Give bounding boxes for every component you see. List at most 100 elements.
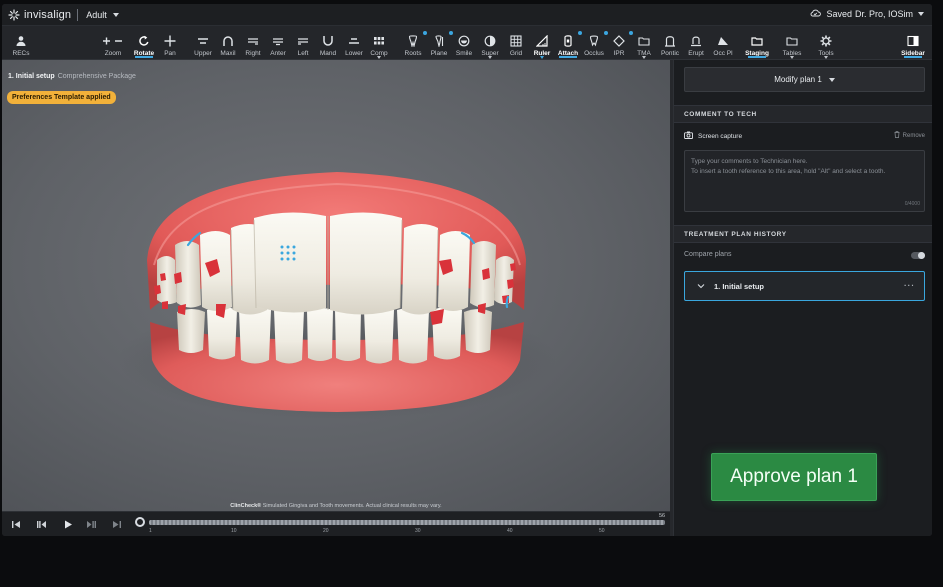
right-view-icon bbox=[246, 34, 260, 48]
tool-label: Upper bbox=[194, 50, 212, 57]
ipr-diamond-icon bbox=[612, 34, 626, 48]
tool-staging[interactable]: Staging bbox=[743, 26, 771, 60]
cloud-check-icon bbox=[810, 9, 822, 19]
tool-ruler[interactable]: Ruler bbox=[530, 26, 554, 60]
approve-plan-button[interactable]: Approve plan 1 bbox=[711, 453, 877, 501]
step-forward-icon[interactable] bbox=[87, 520, 97, 529]
upper-view-icon bbox=[196, 34, 210, 48]
timeline-tick: 1 bbox=[149, 528, 152, 534]
screen-capture-label: Screen capture bbox=[698, 132, 743, 140]
tool-label: Right bbox=[245, 50, 261, 57]
chevron-down-icon bbox=[540, 56, 544, 59]
remove-label: Remove bbox=[902, 132, 925, 139]
chevron-down-icon bbox=[377, 56, 381, 59]
tool-rotate[interactable]: Rotate bbox=[132, 26, 156, 60]
tool-anter[interactable]: Anter bbox=[266, 26, 290, 60]
tool-attach[interactable]: Attach bbox=[556, 26, 582, 60]
occlusal-plane-icon bbox=[716, 34, 730, 48]
timeline-progress bbox=[149, 520, 665, 525]
tool-mand[interactable]: Mand bbox=[316, 26, 340, 60]
sidebar-panel-icon bbox=[906, 34, 920, 48]
pontic-icon bbox=[663, 34, 677, 48]
tool-recs[interactable]: RECs bbox=[8, 26, 34, 60]
grid-icon bbox=[509, 34, 523, 48]
modify-plan-button[interactable]: Modify plan 1 bbox=[684, 67, 925, 92]
pan-cross-icon bbox=[163, 34, 177, 48]
tool-label: Mand bbox=[319, 50, 337, 57]
staging-folder-icon bbox=[750, 34, 764, 48]
tool-tools[interactable]: Tools bbox=[813, 26, 839, 60]
tool-roots[interactable]: Roots bbox=[401, 26, 427, 60]
tool-erupt[interactable]: Erupt bbox=[684, 26, 708, 60]
timeline-track[interactable] bbox=[149, 520, 665, 525]
tool-label: Occlus bbox=[584, 50, 604, 57]
tool-label: Anter bbox=[270, 50, 286, 57]
tool-grid[interactable]: Grid bbox=[504, 26, 528, 60]
plan-item-label: 1. Initial setup bbox=[714, 281, 765, 291]
active-indicator bbox=[904, 56, 922, 58]
compare-plans-toggle[interactable] bbox=[911, 252, 925, 259]
disclaimer-brand: ClinCheck® bbox=[230, 503, 262, 509]
step-back-icon[interactable] bbox=[36, 520, 46, 529]
remove-capture-button[interactable]: Remove bbox=[894, 131, 925, 140]
chevron-down-icon bbox=[488, 56, 492, 59]
eruption-icon bbox=[689, 34, 703, 48]
folder-icon bbox=[637, 34, 651, 48]
skip-to-start-icon[interactable] bbox=[11, 520, 21, 529]
dental-model[interactable] bbox=[2, 60, 670, 511]
active-indicator bbox=[135, 56, 153, 58]
chevron-down-icon bbox=[790, 56, 794, 59]
timeline-tick: 20 bbox=[323, 528, 329, 534]
timeline-start-handle[interactable] bbox=[135, 517, 145, 527]
user-menu[interactable]: Dr. Pro, IOSim bbox=[855, 9, 924, 19]
user-name: Dr. Pro, IOSim bbox=[854, 9, 913, 19]
tool-lower[interactable]: Lower bbox=[342, 26, 366, 60]
tool-pontic[interactable]: Pontic bbox=[658, 26, 682, 60]
active-indicator bbox=[748, 56, 766, 58]
tool-label: Erupt bbox=[688, 50, 704, 57]
tool-label: Grid bbox=[509, 50, 523, 57]
tool-occlus[interactable]: Occlus bbox=[582, 26, 608, 60]
more-options-icon[interactable]: ··· bbox=[904, 281, 915, 290]
comment-textarea[interactable]: Type your comments to Technician here. T… bbox=[684, 150, 925, 212]
tool-right[interactable]: Right bbox=[241, 26, 265, 60]
tool-comp[interactable]: Comp bbox=[367, 26, 391, 60]
comment-placeholder-line-2: To insert a tooth reference to this area… bbox=[691, 168, 886, 175]
compare-plans-row: Compare plans bbox=[684, 251, 925, 263]
sidebar: Modify plan 1 COMMENT TO TECH Screen cap… bbox=[673, 60, 932, 536]
skip-to-end-icon[interactable] bbox=[112, 520, 122, 529]
chevron-down-icon[interactable] bbox=[697, 282, 705, 291]
tool-zoom[interactable]: Zoom bbox=[99, 26, 127, 60]
play-icon[interactable] bbox=[63, 520, 73, 529]
tool-plane[interactable]: Plane bbox=[427, 26, 453, 60]
brand-divider bbox=[77, 8, 79, 21]
tool-left[interactable]: Left bbox=[291, 26, 315, 60]
tool-occpl[interactable]: Occ Pl bbox=[710, 26, 736, 60]
mandibular-arch-icon bbox=[321, 34, 335, 48]
tool-pan[interactable]: Pan bbox=[159, 26, 181, 60]
tool-super[interactable]: Super bbox=[478, 26, 502, 60]
tool-sidebar[interactable]: Sidebar bbox=[900, 26, 926, 60]
anterior-view-icon bbox=[271, 34, 285, 48]
tool-label: Smile bbox=[455, 50, 473, 57]
3d-viewport[interactable]: 1. Initial setup Comprehensive Package Pr… bbox=[2, 60, 670, 511]
history-section-header: TREATMENT PLAN HISTORY bbox=[674, 225, 932, 243]
tool-tables[interactable]: Tables bbox=[779, 26, 805, 60]
compare-plans-label: Compare plans bbox=[684, 251, 732, 258]
profile-select[interactable]: Adult bbox=[86, 10, 119, 20]
tool-maxil[interactable]: Maxil bbox=[216, 26, 240, 60]
tool-tma[interactable]: TMA bbox=[632, 26, 656, 60]
saved-label: Saved bbox=[826, 9, 852, 19]
ruler-icon bbox=[535, 34, 549, 48]
active-indicator bbox=[559, 56, 577, 58]
timeline-tick: 10 bbox=[231, 528, 237, 534]
tool-smile[interactable]: Smile bbox=[452, 26, 476, 60]
screen-capture-row[interactable]: Screen capture Remove bbox=[684, 130, 925, 142]
tool-ipr[interactable]: IPR bbox=[607, 26, 633, 60]
toggle-knob bbox=[918, 252, 925, 259]
tool-upper[interactable]: Upper bbox=[191, 26, 215, 60]
tool-label: Zoom bbox=[104, 50, 122, 57]
tool-label: IPR bbox=[613, 50, 625, 57]
tooth-roots-icon bbox=[406, 34, 420, 48]
plan-history-item[interactable]: 1. Initial setup ··· bbox=[684, 271, 925, 301]
